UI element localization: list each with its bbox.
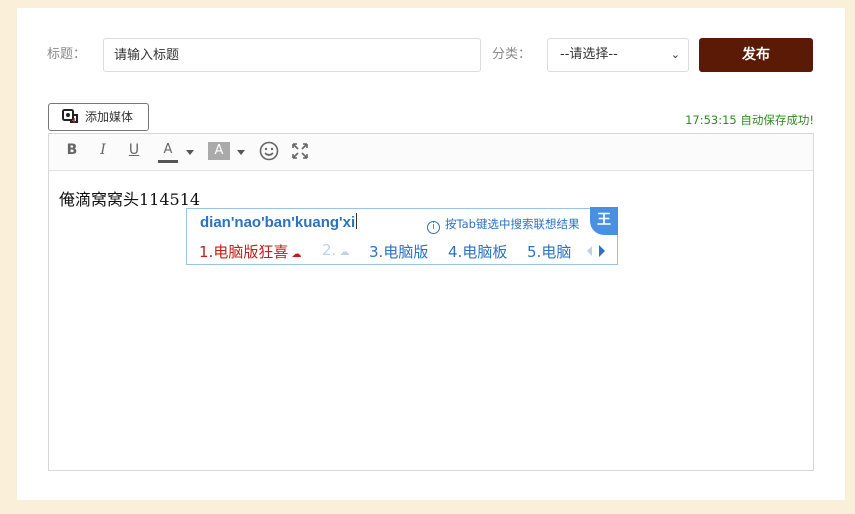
ime-candidate-window: dian'nao'ban'kuang'xi i 按Tab键选中搜索联想结果 王 1… (186, 207, 618, 265)
chevron-down-icon: ⌄ (670, 48, 680, 61)
ime-pinyin: dian'nao'ban'kuang'xi (200, 213, 358, 231)
bg-color-dropdown-icon[interactable] (237, 150, 245, 155)
ime-next-page-icon[interactable] (599, 245, 605, 257)
info-icon: i (427, 221, 440, 234)
font-color-dropdown-icon[interactable] (186, 150, 194, 155)
publish-button[interactable]: 发布 (699, 38, 813, 72)
ime-hint: i 按Tab键选中搜索联想结果 (427, 216, 579, 234)
ime-prev-page-icon[interactable] (587, 246, 592, 256)
italic-button[interactable]: I (96, 142, 110, 162)
title-label: 标题： (47, 47, 87, 62)
bold-button[interactable]: B (65, 142, 79, 162)
title-input[interactable] (103, 38, 481, 72)
candidate-index: 1. (199, 243, 214, 261)
add-media-button[interactable]: 添加媒体 (48, 103, 149, 131)
ime-hint-text: 按Tab键选中搜索联想结果 (445, 217, 580, 231)
category-label: 分类： (492, 47, 532, 62)
autosave-status: 17:53:15 自动保存成功! (685, 113, 814, 127)
ime-pinyin-text: dian'nao'ban'kuang'xi (200, 214, 356, 231)
bg-color-button[interactable]: A (208, 142, 230, 160)
underline-button[interactable]: U (127, 142, 141, 162)
add-media-label: 添加媒体 (85, 110, 134, 124)
candidate-text: 电脑 (541, 243, 572, 261)
font-color-bar (158, 160, 178, 163)
emoji-icon[interactable] (259, 141, 279, 161)
ime-candidate-3[interactable]: 3.电脑版 (369, 241, 428, 262)
font-color-button[interactable]: A (157, 142, 179, 163)
fullscreen-icon[interactable] (292, 143, 308, 159)
candidate-index: 2. (322, 241, 337, 259)
candidate-index: 3. (369, 243, 384, 261)
candidate-text: 电脑版狂喜 (213, 243, 289, 261)
editor-content[interactable]: 俺滴窝窝头114514 (59, 186, 200, 210)
ime-logo-icon: 王 (590, 207, 618, 235)
editor-toolbar: B I U A A (49, 134, 813, 171)
category-select[interactable]: --请选择-- ⌄ (547, 38, 689, 72)
media-icon (62, 109, 78, 123)
rich-text-editor[interactable]: B I U A A 俺滴窝窝头114514 (48, 133, 814, 471)
ime-candidate-2[interactable]: 2. ☁ (322, 241, 350, 259)
text-caret (356, 213, 358, 229)
candidate-index: 5. (527, 243, 542, 261)
category-selected-value: --请选择-- (560, 47, 618, 62)
ime-candidate-1[interactable]: 1.电脑版狂喜 ☁ (199, 241, 302, 262)
candidate-index: 4. (448, 243, 463, 261)
ime-candidate-4[interactable]: 4.电脑板 (448, 241, 507, 262)
cloud-icon: ☁ (336, 247, 350, 258)
candidate-text: 电脑板 (462, 243, 508, 261)
ime-candidate-5[interactable]: 5.电脑 (527, 241, 571, 262)
cloud-icon: ☁ (288, 249, 302, 260)
candidate-text: 电脑版 (383, 243, 429, 261)
font-color-label: A (163, 142, 173, 157)
